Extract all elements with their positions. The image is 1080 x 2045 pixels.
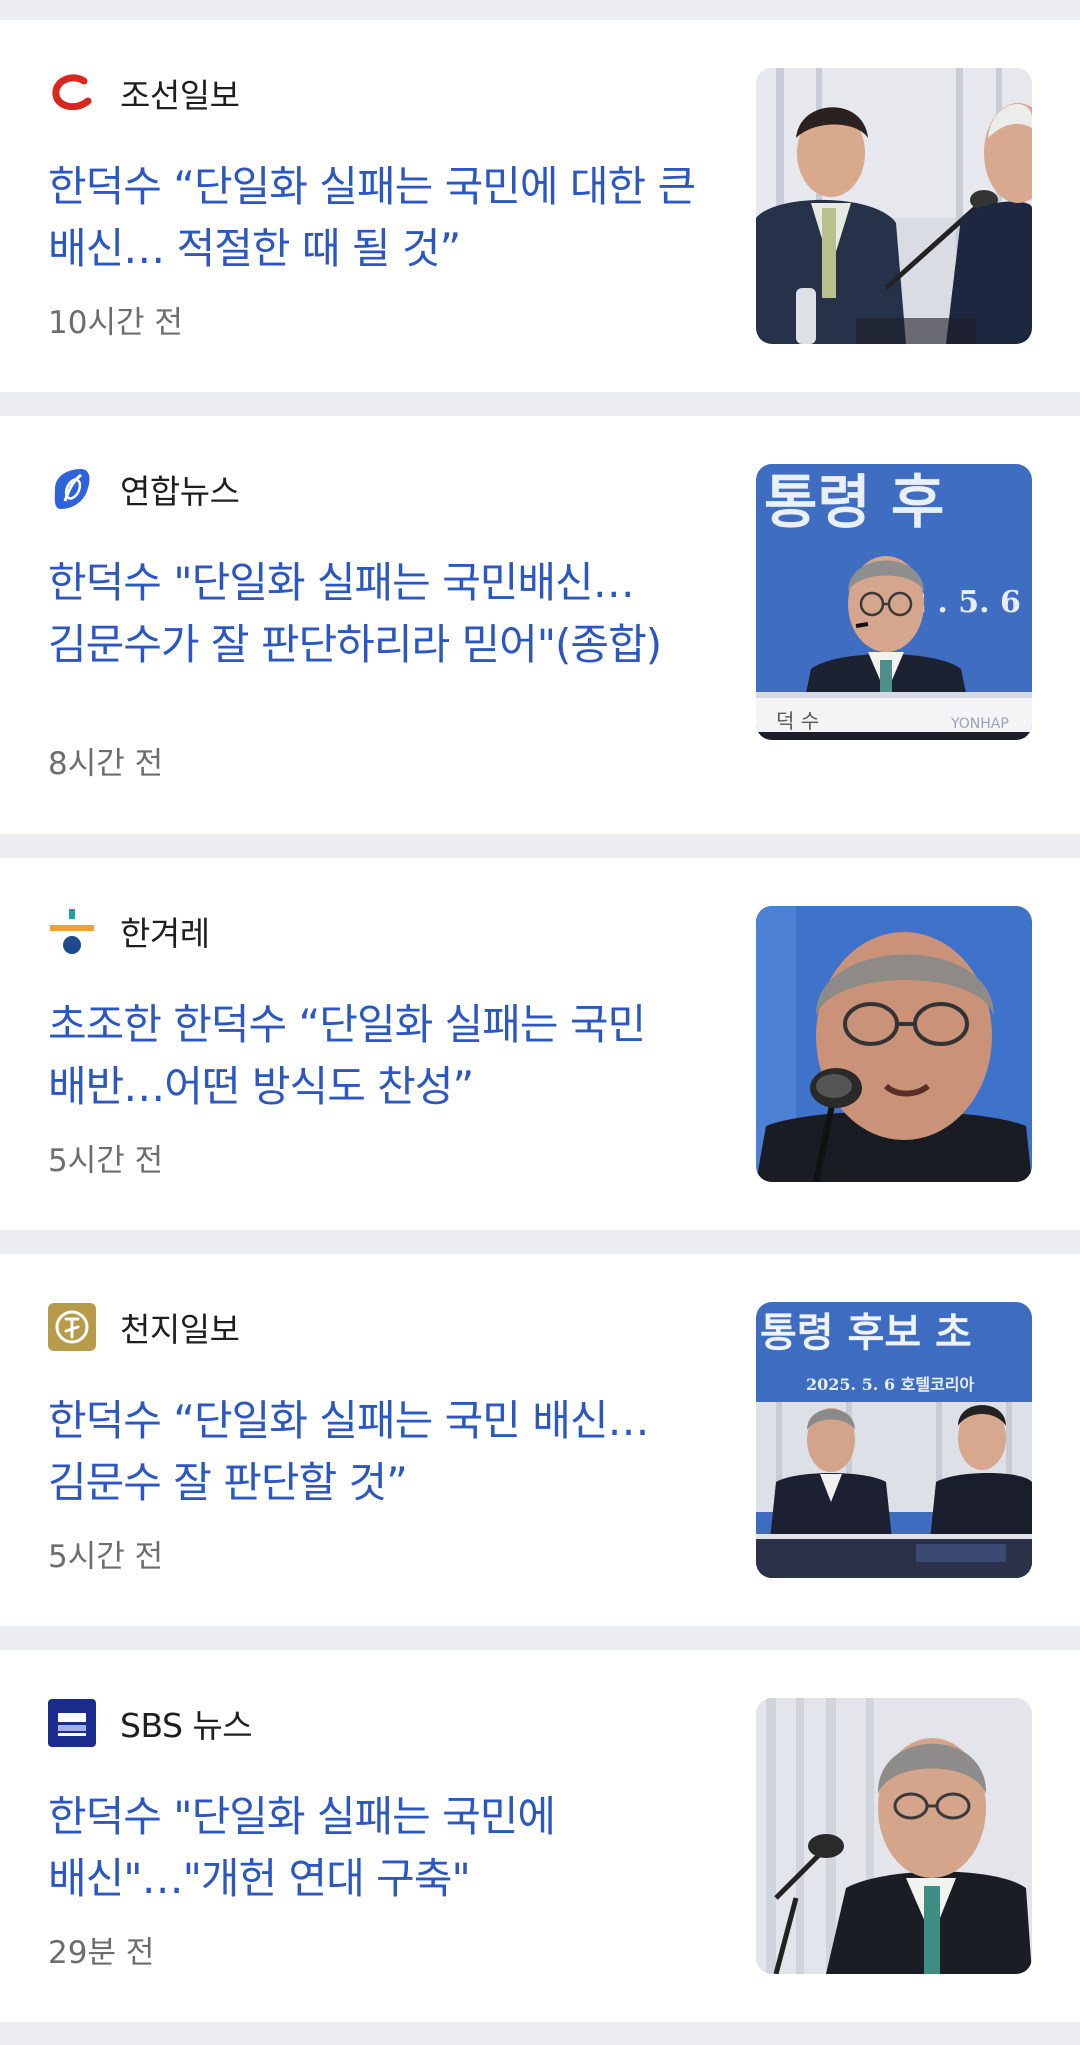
source-name: 연합뉴스 [120, 472, 240, 511]
news-card[interactable]: 연합뉴스 한덕수 "단일화 실패는 국민배신… 김문수가 잘 판단하리라 믿어"… [0, 416, 1080, 834]
source-name: 조선일보 [120, 76, 240, 115]
thumbnail-date-text: 2025. 5. 6 호텔코리아 [806, 1375, 975, 1394]
article-headline[interactable]: 초조한 한덕수 “단일화 실패는 국민 배반…어떤 방식도 찬성” [48, 994, 718, 1118]
article-headline[interactable]: 한덕수 "단일화 실패는 국민에 배신"…"개헌 연대 구축" [48, 1786, 718, 1910]
news-card[interactable]: SBS 뉴스 한덕수 "단일화 실패는 국민에 배신"…"개헌 연대 구축" 2… [0, 1650, 1080, 2022]
article-time: 5시간 전 [48, 1143, 164, 1179]
hankyoreh-logo-icon [48, 907, 96, 955]
yonhap-logo-icon [48, 465, 96, 513]
source-row: SBS 뉴스 [48, 1698, 253, 1748]
news-feed: 조선일보 한덕수 “단일화 실패는 국민에 대한 큰 배신… 적절한 때 될 것… [0, 0, 1080, 2045]
thumbnail-logo-text: YONHAP [950, 716, 1009, 732]
source-name: 한겨레 [120, 914, 210, 953]
article-thumbnail[interactable]: 통령 후 2 . 5. 6 덕 수 YONHAP [756, 464, 1032, 740]
news-card[interactable]: 천지일보 한덕수 “단일화 실패는 국민 배신… 김문수 잘 판단할 것” 5시… [0, 1254, 1080, 1626]
news-card[interactable]: 한겨레 초조한 한덕수 “단일화 실패는 국민 배반…어떤 방식도 찬성” 5시… [0, 858, 1080, 1230]
thumbnail-banner-text: 통령 후보 초 [760, 1309, 972, 1356]
article-thumbnail[interactable] [756, 906, 1032, 1182]
article-time: 29분 전 [48, 1935, 155, 1971]
source-name: SBS 뉴스 [120, 1706, 253, 1745]
source-row: 천지일보 [48, 1302, 240, 1352]
thumbnail-banner-text: 통령 후 [764, 468, 944, 536]
article-headline[interactable]: 한덕수 “단일화 실패는 국민 배신… 김문수 잘 판단할 것” [48, 1390, 718, 1514]
article-time: 10시간 전 [48, 305, 183, 341]
article-headline[interactable]: 한덕수 “단일화 실패는 국민에 대한 큰 배신… 적절한 때 될 것” [48, 156, 718, 280]
cheonji-logo-icon [48, 1303, 96, 1351]
chosun-logo-icon [48, 69, 96, 117]
article-time: 5시간 전 [48, 1539, 164, 1575]
article-thumbnail[interactable] [756, 1698, 1032, 1974]
source-row: 한겨레 [48, 906, 210, 956]
thumbnail-nameplate-text: 덕 수 [776, 709, 819, 733]
article-headline[interactable]: 한덕수 "단일화 실패는 국민배신… 김문수가 잘 판단하리라 믿어"(종합) [48, 552, 718, 676]
news-card[interactable]: 조선일보 한덕수 “단일화 실패는 국민에 대한 큰 배신… 적절한 때 될 것… [0, 20, 1080, 392]
source-row: 연합뉴스 [48, 464, 240, 514]
article-thumbnail[interactable] [756, 68, 1032, 344]
source-row: 조선일보 [48, 68, 240, 118]
article-time: 8시간 전 [48, 746, 164, 782]
source-name: 천지일보 [120, 1310, 240, 1349]
sbs-news-logo-icon [48, 1699, 96, 1747]
article-thumbnail[interactable]: 통령 후보 초 2025. 5. 6 호텔코리아 [756, 1302, 1032, 1578]
